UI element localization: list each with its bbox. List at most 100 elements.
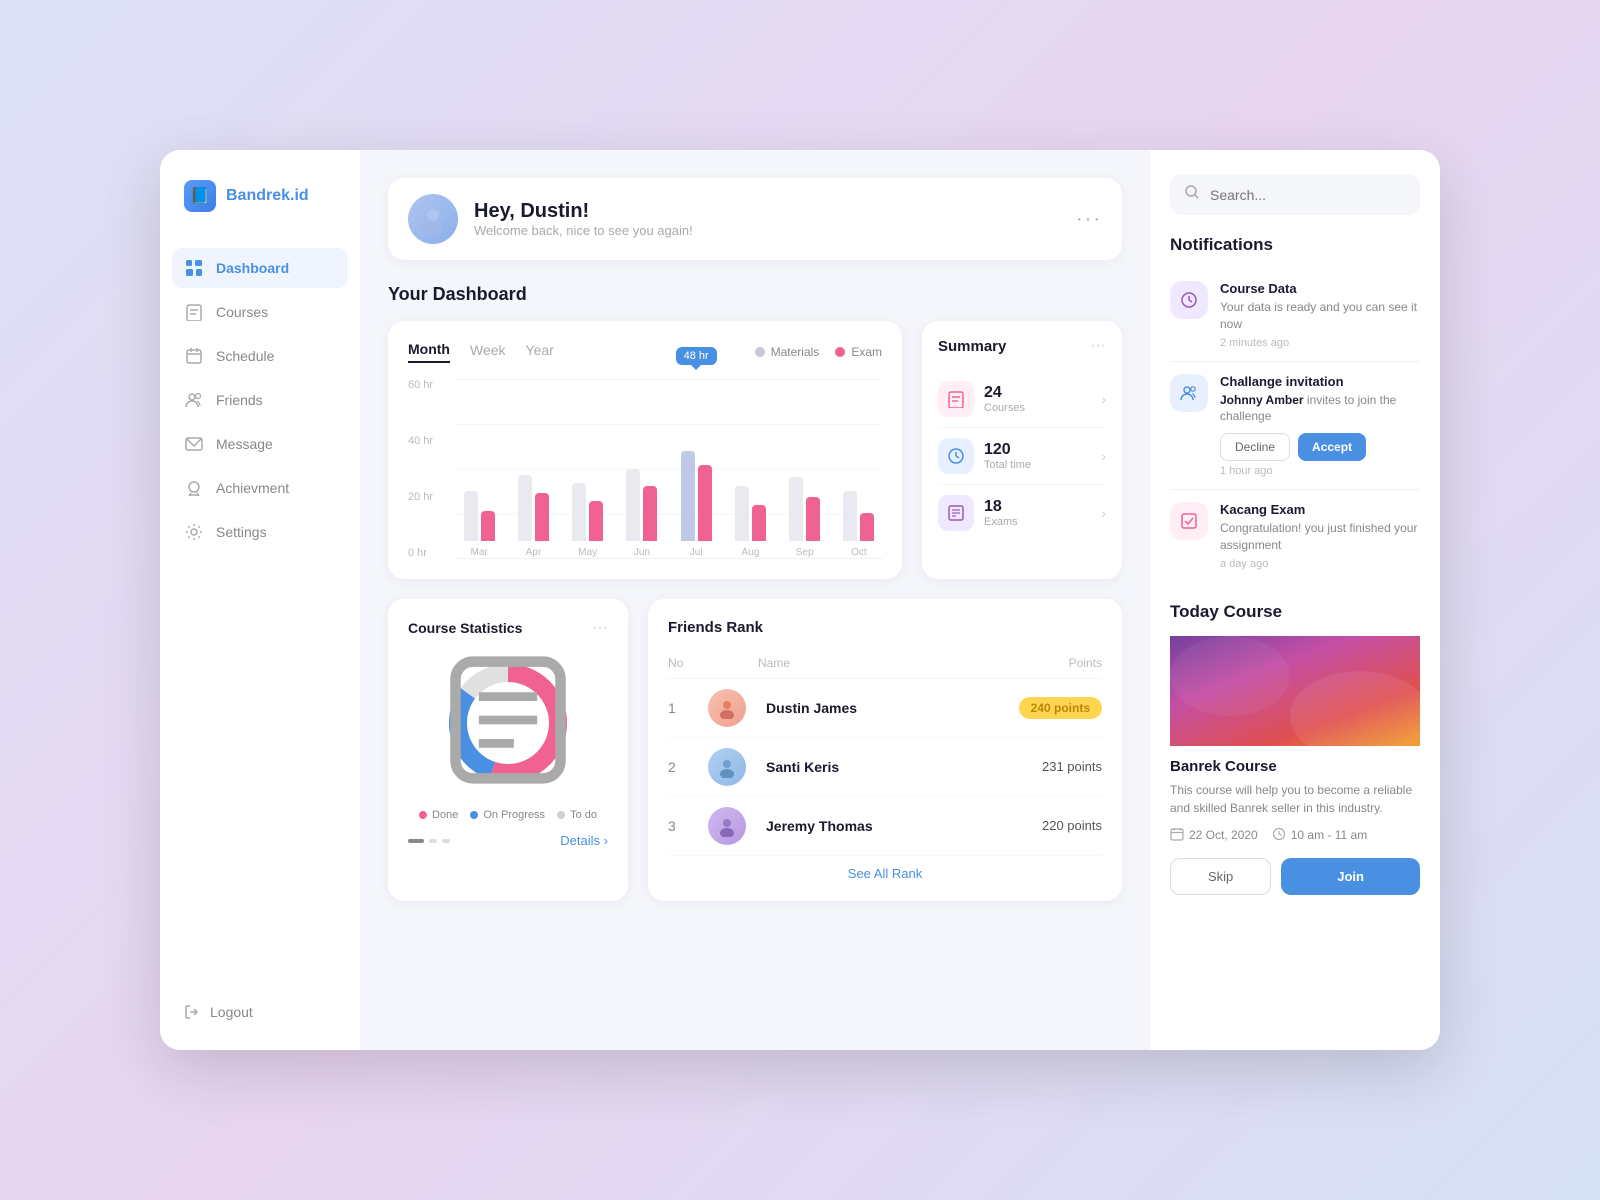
legend-todo: To do	[557, 809, 597, 821]
sidebar-item-label: Achievment	[216, 480, 289, 496]
bar-chart: 0 hr 20 hr 40 hr 60 hr	[408, 379, 882, 559]
bar-group-aug: Aug	[727, 379, 773, 558]
tab-month[interactable]: Month	[408, 341, 450, 363]
totaltime-arrow: ›	[1101, 448, 1106, 464]
notif-challenge-time: 1 hour ago	[1220, 465, 1420, 477]
skip-button[interactable]: Skip	[1170, 858, 1271, 895]
challenge-inviter-name: Johnny Amber	[1220, 393, 1304, 407]
tab-year[interactable]: Year	[526, 342, 554, 362]
sidebar-item-schedule[interactable]: Schedule	[172, 336, 348, 376]
bottom-section: Course Statistics ···	[388, 599, 1122, 901]
notif-course-data-desc: Your data is ready and you can see it no…	[1220, 299, 1420, 333]
sidebar-item-settings[interactable]: Settings	[172, 512, 348, 552]
exams-label: Exams	[984, 516, 1018, 528]
rank-num-3: 3	[668, 818, 698, 834]
course-date: 22 Oct, 2020	[1170, 827, 1258, 844]
sidebar-item-courses[interactable]: Courses	[172, 292, 348, 332]
summary-item-courses[interactable]: 24 Courses ›	[938, 371, 1106, 428]
legend-done-label: Done	[432, 809, 458, 821]
rank-num-1: 1	[668, 700, 698, 716]
search-input[interactable]	[1210, 187, 1406, 203]
notif-challenge: Challange invitation Johnny Amber invite…	[1170, 362, 1420, 491]
chart-y-axis: 0 hr 20 hr 40 hr 60 hr	[408, 379, 448, 559]
bar-oct-gray	[843, 491, 857, 541]
rank-name-1: Dustin James	[766, 700, 992, 716]
legend-exam: Exam	[835, 345, 882, 359]
bar-label-mar: Mar	[471, 547, 488, 558]
bars-container: Mar Apr	[456, 379, 882, 559]
rank-title: Friends Rank	[668, 619, 1102, 636]
rank-points-1: 240 points	[1002, 697, 1102, 719]
donut-center-icon	[438, 650, 578, 796]
join-button[interactable]: Join	[1281, 858, 1420, 895]
legend-progress: On Progress	[470, 809, 545, 821]
legend-materials-label: Materials	[771, 345, 820, 359]
sidebar-item-label: Settings	[216, 524, 267, 540]
course-date-text: 22 Oct, 2020	[1189, 828, 1258, 842]
logo-text: Bandrek.id	[226, 187, 309, 205]
rank-row-1: 1 Dustin James 240 points	[668, 679, 1102, 738]
notif-challenge-icon	[1170, 374, 1208, 412]
header-menu-dots[interactable]: ···	[1076, 208, 1102, 231]
bar-tooltip-jul: 48 hr	[676, 347, 717, 365]
bar-jul-gray	[681, 451, 695, 541]
bar-label-may: May	[578, 547, 597, 558]
see-all-rank-link[interactable]: See All Rank	[668, 866, 1102, 881]
bar-label-oct: Oct	[851, 547, 867, 558]
totaltime-count: 120	[984, 441, 1031, 459]
bar-apr-pink	[535, 493, 549, 541]
sidebar-item-dashboard[interactable]: Dashboard	[172, 248, 348, 288]
message-icon	[184, 434, 204, 454]
notif-course-data-title: Course Data	[1220, 281, 1420, 296]
clock-icon	[1272, 827, 1286, 844]
friends-icon	[184, 390, 204, 410]
sidebar-item-friends[interactable]: Friends	[172, 380, 348, 420]
greeting-subtitle: Welcome back, nice to see you again!	[474, 223, 693, 238]
achievement-icon	[184, 478, 204, 498]
bar-sep-pink	[806, 497, 820, 541]
avatar-santi	[708, 748, 746, 786]
courses-arrow: ›	[1101, 391, 1106, 407]
notif-course-data-icon	[1170, 281, 1208, 319]
legend-exam-dot	[835, 347, 845, 357]
summary-title: Summary	[938, 338, 1006, 355]
courses-icon	[184, 302, 204, 322]
course-meta: 22 Oct, 2020 10 am - 11 am	[1170, 827, 1420, 844]
right-panel: Notifications Course Data Your data is r…	[1150, 150, 1440, 1050]
course-time-text: 10 am - 11 am	[1291, 828, 1367, 842]
legend-todo-label: To do	[570, 809, 597, 821]
sidebar-item-message[interactable]: Message	[172, 424, 348, 464]
tab-week[interactable]: Week	[470, 342, 506, 362]
bar-jul-pink	[698, 465, 712, 541]
search-bar[interactable]	[1170, 174, 1420, 215]
bar-label-apr: Apr	[526, 547, 542, 558]
rank-table-header: No Name Points	[668, 648, 1102, 679]
notif-course-data-time: 2 minutes ago	[1220, 337, 1420, 349]
accept-button[interactable]: Accept	[1298, 433, 1366, 461]
summary-item-exams[interactable]: 18 Exams ›	[938, 485, 1106, 541]
rank-name-2: Santi Keris	[766, 759, 992, 775]
notifications-title: Notifications	[1170, 235, 1420, 255]
decline-button[interactable]: Decline	[1220, 433, 1290, 461]
bar-may-pink	[589, 501, 603, 541]
sidebar-item-label: Dashboard	[216, 260, 289, 276]
bar-label-jul: Jul	[690, 547, 703, 558]
bar-group-may: May	[565, 379, 611, 558]
legend-exam-label: Exam	[851, 345, 882, 359]
logout-label: Logout	[210, 1004, 253, 1020]
sidebar-item-achievement[interactable]: Achievment	[172, 468, 348, 508]
notif-kacang: Kacang Exam Congratulation! you just fin…	[1170, 490, 1420, 582]
course-actions: Skip Join	[1170, 858, 1420, 895]
sidebar-item-label: Friends	[216, 392, 263, 408]
stats-menu-dots[interactable]: ···	[592, 619, 608, 637]
logo[interactable]: 📘 Bandrek.id	[160, 180, 360, 248]
details-link[interactable]: Details ›	[560, 833, 608, 848]
chart-tabs: Month Week Year Materials Exam	[408, 341, 882, 363]
points-text-2: 231 points	[1042, 759, 1102, 774]
summary-menu-dots[interactable]: ···	[1090, 337, 1106, 355]
summary-item-totaltime[interactable]: 120 Total time ›	[938, 428, 1106, 485]
bar-group-apr: Apr	[510, 379, 556, 558]
rank-row-3: 3 Jeremy Thomas 220 points	[668, 797, 1102, 856]
course-thumbnail	[1170, 636, 1420, 746]
logout-button[interactable]: Logout	[160, 1004, 360, 1020]
